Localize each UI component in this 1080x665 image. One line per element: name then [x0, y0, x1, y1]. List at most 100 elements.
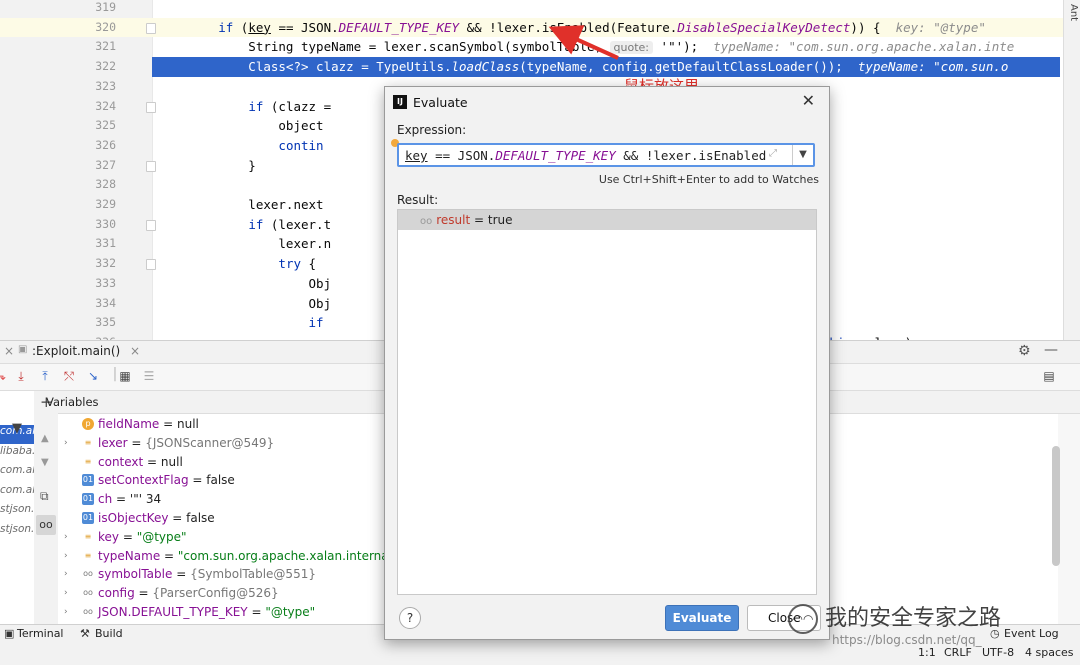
code-token: typeName: "com.sun.o — [857, 59, 1009, 75]
history-dropdown-icon[interactable]: ▼ — [792, 145, 813, 165]
event-log-tab[interactable]: Event Log — [1004, 627, 1059, 640]
variables-scrollbar[interactable] — [1052, 446, 1060, 566]
variable-eq: = — [159, 417, 177, 431]
line-number: 323 — [95, 78, 116, 93]
code-token: ( — [233, 19, 249, 35]
variable-name: context — [98, 454, 144, 469]
frame-item[interactable]: stjson. — [0, 523, 34, 542]
code-token: Class<?> clazz = TypeUtils. — [158, 59, 452, 75]
close-session-icon[interactable]: × — [130, 344, 140, 358]
close-dialog-icon[interactable]: ✕ — [802, 91, 815, 110]
code-line[interactable]: 321 String typeName = lexer.scanSymbol(s… — [0, 37, 1080, 57]
caret-position[interactable]: 1:1 — [918, 646, 936, 659]
variable-eq: = — [247, 605, 266, 619]
step-over-icon[interactable]: ⬎ — [0, 369, 8, 383]
code-line[interactable]: 319 — [0, 0, 1080, 18]
code-token: == JSON. — [270, 19, 339, 35]
line-number: 332 — [95, 256, 116, 271]
minimize-icon[interactable]: — — [1044, 342, 1058, 358]
trace-icon[interactable]: ☰ — [142, 369, 156, 383]
expand-arrow-icon[interactable]: › — [64, 603, 68, 622]
ant-tool-window-bar[interactable]: Ant — [1063, 0, 1080, 340]
variable-value: '"' 34 — [129, 492, 162, 507]
fold-icon[interactable] — [146, 160, 156, 172]
gear-icon[interactable]: ⚙ — [1018, 343, 1031, 359]
expand-arrow-icon[interactable]: › — [64, 584, 68, 603]
code-line[interactable]: 320 if (key == JSON.DEFAULT_TYPE_KEY && … — [0, 17, 1080, 38]
evaluate-expression-icon[interactable]: ▦ — [118, 369, 132, 383]
expression-input[interactable]: key == JSON.DEFAULT_TYPE_KEY && !lexer.i… — [397, 143, 815, 167]
build-icon: ⚒ — [80, 627, 90, 640]
expand-arrow-icon[interactable]: › — [64, 434, 68, 453]
code-text: } — [158, 156, 256, 176]
evaluate-button[interactable]: Evaluate — [665, 605, 739, 631]
watermark-url: https://blog.csdn.net/qq_ — [832, 633, 982, 647]
code-token: object — [158, 118, 324, 134]
build-tab[interactable]: Build — [95, 627, 123, 640]
run-to-cursor-icon[interactable]: ↘ — [86, 369, 100, 383]
fold-icon[interactable] — [146, 259, 156, 271]
layout-icon[interactable]: ▤ — [1042, 369, 1056, 383]
code-line[interactable]: 322 Class<?> clazz = TypeUtils.loadClass… — [95, 57, 1060, 77]
frame-item[interactable]: com.ali — [0, 484, 34, 503]
code-token: (lexer.t — [263, 216, 332, 232]
line-separator[interactable]: CRLF — [944, 646, 972, 659]
watches-hint: Use Ctrl+Shift+Enter to add to Watches — [598, 173, 819, 186]
expand-editor-icon[interactable]: ⤢ — [769, 148, 777, 159]
variable-type-icon: 01 — [82, 512, 94, 524]
variable-eq: = — [119, 529, 137, 544]
copy-icon[interactable]: ⧉ — [40, 489, 49, 504]
expand-arrow-icon[interactable]: › — [64, 565, 68, 584]
expand-arrow-icon[interactable]: › — [64, 547, 68, 566]
intellij-logo-icon: IJ — [393, 95, 407, 109]
fold-icon[interactable] — [146, 101, 156, 113]
move-down-icon[interactable]: ▼ — [41, 457, 49, 468]
ant-tab[interactable]: Ant — [1068, 4, 1079, 21]
terminal-tab[interactable]: Terminal — [17, 627, 64, 640]
file-encoding[interactable]: UTF-8 — [982, 646, 1014, 659]
watches-toggle-icon[interactable]: oo — [36, 515, 56, 535]
indent-setting[interactable]: 4 spaces — [1025, 646, 1074, 659]
move-up-icon[interactable]: ▲ — [41, 433, 49, 444]
frame-item[interactable]: libaba.f — [0, 445, 34, 464]
variable-name: JSON.DEFAULT_TYPE_KEY — [98, 605, 248, 619]
code-text: try { — [158, 254, 316, 274]
code-token: quote: — [609, 41, 654, 55]
fold-icon[interactable] — [146, 219, 156, 231]
expand-arrow-icon[interactable]: › — [64, 528, 68, 547]
variable-type-icon: 01 — [82, 493, 94, 506]
result-row[interactable]: oo result = true — [398, 210, 816, 230]
variable-eq: = — [188, 473, 207, 488]
filter-icon[interactable]: ▼ — [12, 421, 22, 436]
line-number: 333 — [95, 275, 116, 290]
variable-type-icon: oo — [83, 588, 93, 598]
close-tab-icon[interactable]: × — [4, 344, 14, 358]
expression-text[interactable]: key == JSON.DEFAULT_TYPE_KEY && !lexer.i… — [405, 148, 767, 163]
code-text: if (key == JSON.DEFAULT_TYPE_KEY && !lex… — [158, 18, 986, 38]
frame-item[interactable]: stjson. — [0, 503, 34, 522]
help-button[interactable]: ? — [399, 607, 421, 629]
code-token: '"'); — [653, 39, 714, 55]
step-into-icon[interactable]: ⤓ — [14, 369, 28, 383]
code-token: String typeName = lexer.scanSymbol(symbo… — [158, 39, 610, 55]
variable-eq: = — [127, 435, 146, 450]
variable-value: "@type" — [136, 529, 187, 544]
code-token: if — [248, 98, 264, 114]
drop-frame-icon[interactable]: ⤲ — [62, 369, 76, 383]
tab-exploit-main[interactable]: :Exploit.main() — [32, 344, 120, 358]
code-token: if — [248, 216, 264, 232]
code-token: == JSON. — [427, 148, 496, 163]
line-number: 331 — [95, 236, 116, 251]
variable-eq: = — [168, 511, 187, 525]
result-value: true — [487, 213, 513, 227]
frame-item[interactable]: com.ali — [0, 464, 34, 483]
step-out-icon[interactable]: ⤒ — [38, 369, 52, 383]
result-panel[interactable]: oo result = true — [397, 209, 817, 595]
code-token: && !lexer.isEnabled( — [615, 148, 767, 163]
code-token: { — [301, 256, 317, 272]
fold-icon[interactable] — [146, 22, 156, 34]
line-number: 329 — [95, 197, 116, 211]
